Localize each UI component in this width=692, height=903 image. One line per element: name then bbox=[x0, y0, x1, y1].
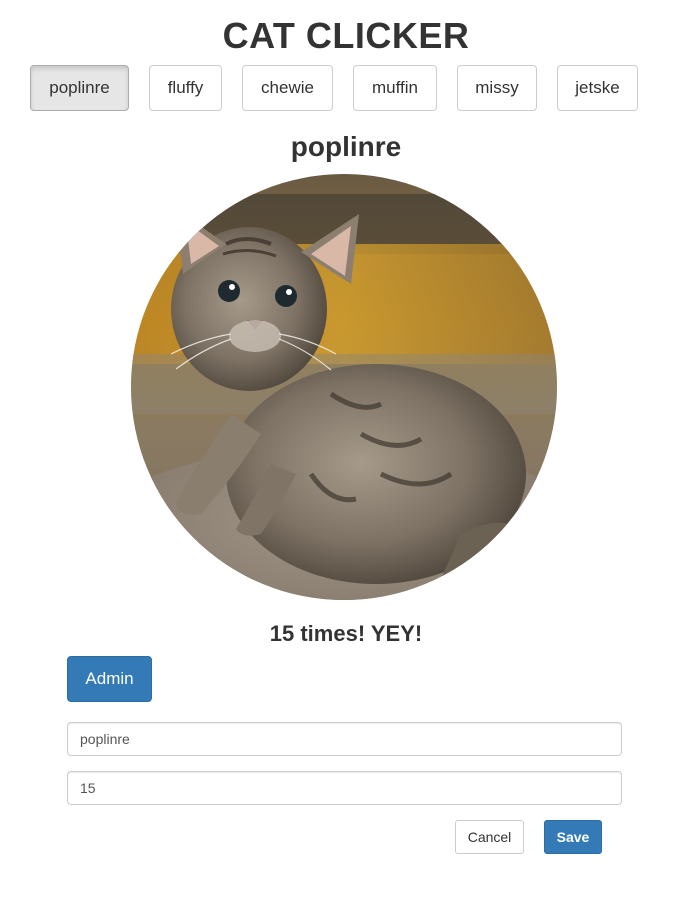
cat-button-poplinre[interactable]: poplinre bbox=[30, 65, 129, 111]
save-button[interactable]: Save bbox=[544, 820, 602, 854]
admin-button[interactable]: Admin bbox=[67, 656, 152, 702]
cat-button-jetske[interactable]: jetske bbox=[557, 65, 638, 111]
cat-image[interactable] bbox=[131, 174, 557, 600]
cat-clicks-input[interactable] bbox=[67, 771, 622, 805]
app-title: CAT CLICKER bbox=[222, 15, 470, 56]
cat-button-missy[interactable]: missy bbox=[457, 65, 537, 111]
kitten-photo-icon bbox=[131, 174, 557, 600]
current-cat-name: poplinre bbox=[290, 131, 402, 162]
cat-button-fluffy[interactable]: fluffy bbox=[149, 65, 222, 111]
cat-button-chewie[interactable]: chewie bbox=[242, 65, 333, 111]
cat-button-muffin[interactable]: muffin bbox=[353, 65, 437, 111]
cat-name-input[interactable] bbox=[67, 722, 622, 756]
cancel-button[interactable]: Cancel bbox=[455, 820, 524, 854]
cat-list-nav: poplinre fluffy chewie muffin missy jets… bbox=[0, 65, 692, 111]
click-count-message: 15 times! YEY! bbox=[269, 621, 423, 646]
